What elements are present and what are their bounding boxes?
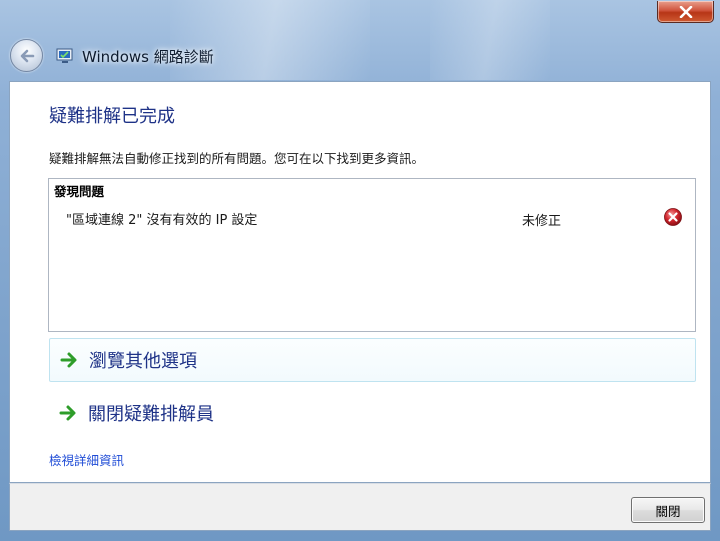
close-troubleshooter-label: 關閉疑難排解員: [88, 404, 214, 425]
green-arrow-icon: [59, 405, 76, 421]
page-heading: 疑難排解已完成: [49, 106, 175, 127]
main-content: 疑難排解已完成 疑難排解無法自動修正找到的所有問題。您可在以下找到更多資訊。 發…: [9, 81, 711, 483]
close-button[interactable]: 關閉: [631, 497, 705, 523]
error-icon: [664, 208, 682, 226]
network-diagnostics-icon: [56, 47, 74, 65]
close-x-icon: [679, 5, 692, 18]
browse-options-label: 瀏覽其他選項: [89, 351, 197, 372]
footer-bar: 關閉: [9, 483, 711, 531]
page-description: 疑難排解無法自動修正找到的所有問題。您可在以下找到更多資訊。: [49, 151, 425, 166]
back-arrow-icon: [20, 49, 34, 62]
problem-row[interactable]: "區域連線 2" 沒有有效的 IP 設定 未修正: [49, 205, 695, 229]
back-button[interactable]: [10, 39, 43, 72]
browse-options-link[interactable]: 瀏覽其他選項: [49, 338, 696, 382]
window-title: Windows 網路診斷: [82, 47, 214, 66]
view-details-link[interactable]: 檢視詳細資訊: [49, 450, 124, 469]
problem-name: "區域連線 2" 沒有有效的 IP 設定: [66, 213, 258, 228]
green-arrow-icon: [60, 352, 77, 368]
problems-list: 發現問題 "區域連線 2" 沒有有效的 IP 設定 未修正: [48, 178, 696, 332]
problems-header: 發現問題: [54, 184, 105, 199]
window-title-bar: Windows 網路診斷: [56, 45, 214, 67]
close-troubleshooter-link[interactable]: 關閉疑難排解員: [49, 391, 696, 435]
problem-status: 未修正: [522, 214, 562, 229]
window-close-button[interactable]: [657, 1, 714, 23]
